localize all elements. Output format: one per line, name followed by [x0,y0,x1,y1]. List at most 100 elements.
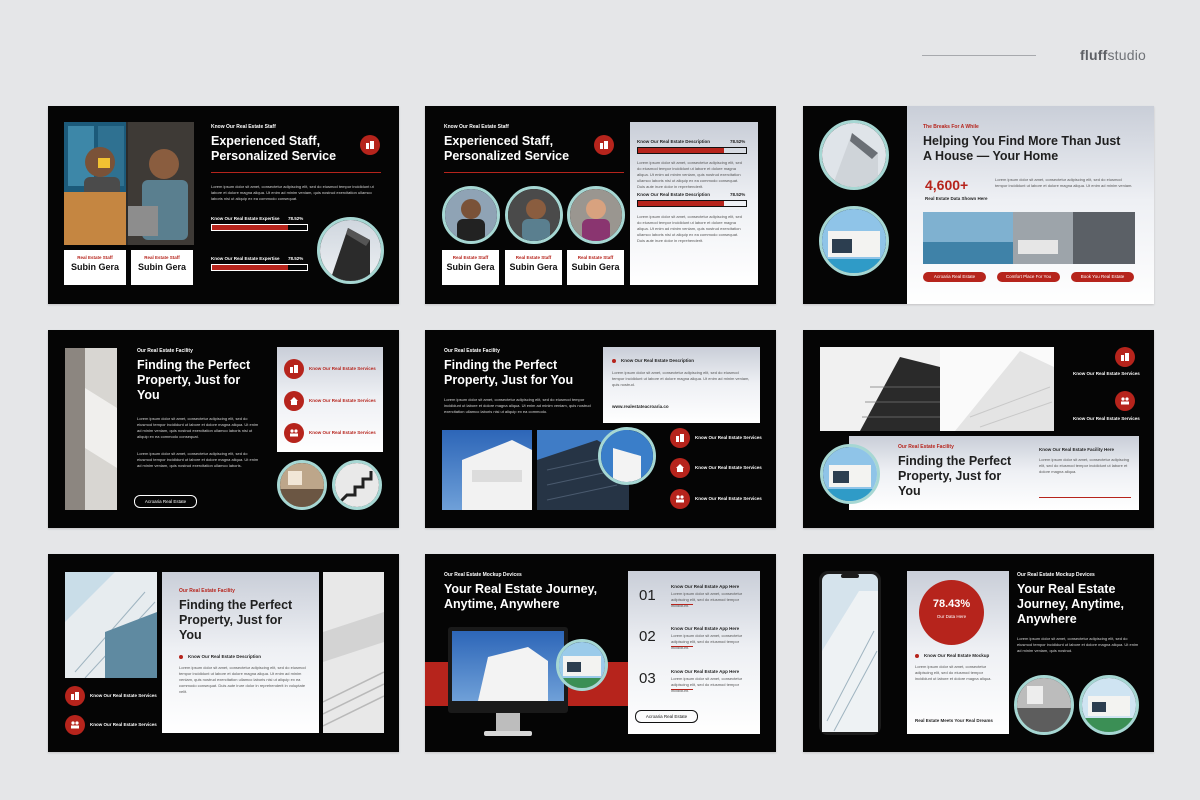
body-text: Lorem ipsum dolor sit amet, consectetur … [671,591,743,608]
slide-mockup-phone[interactable]: 78.43% Our Data Here Know Our Real Estat… [803,554,1154,752]
bar-label: Know Our Real Estate Description [637,139,711,144]
progress-bar [211,224,308,231]
bar-value: 78.52% [288,216,304,221]
slide-eyebrow: Know Our Real Estate Staff [444,124,509,130]
people-icon [65,715,85,735]
service-label: Know Our Real Estate Services [309,430,376,435]
panel-title: Know Our Real Estate Mockup [924,653,990,658]
progress-fill [638,148,725,153]
service-label: Know Our Real Estate Services [90,722,157,727]
staff-card: Real Estate Staff Subin Gera [567,250,624,285]
building-icon [65,686,85,706]
staff-card: Real Estate Staff Subin Gera [131,250,193,285]
staff-card: Real Estate Staff Subin Gera [442,250,499,285]
slide-eyebrow: Our Real Estate Mockup Devices [1017,572,1095,578]
body-text: Lorem ipsum dolor sit amet, consectetur … [137,416,259,439]
slide-title: Helping You Find More Than Just A House —… [923,134,1121,163]
body-text: Lorem ipsum dolor sit amet, consectetur … [637,160,742,189]
step-label: Know Our Real Estate App Here [671,626,740,631]
body-text: Lorem ipsum dolor sit amet, consectetur … [1017,636,1139,653]
stat-value: 4,600+ [925,177,969,193]
website-link[interactable]: www.realestateacroaria.co [612,404,669,409]
building-photo-circle [598,427,656,485]
step-label: Know Our Real Estate App Here [671,669,740,674]
stairs-photo-circle [332,460,382,510]
service-label: Know Our Real Estate Services [695,465,762,470]
service-label: Know Our Real Estate Services [695,435,762,440]
interior-photo-circle [1014,675,1074,735]
panel-title: Know Our Real Estate Description [621,358,695,363]
body-text: Lorem ipsum dolor sit amet, consectetur … [995,177,1133,188]
bar-value: 78.52% [730,192,746,197]
body-text: Lorem ipsum dolor sit amet, consectetur … [1039,457,1130,474]
slide-facility-wide[interactable]: Know Our Real Estate Services Know Our R… [803,330,1154,528]
house-photo-circle [1079,675,1139,735]
cta-button[interactable]: Acroaria Real Estate [635,710,698,723]
progress-bar [211,264,308,271]
house-icon [284,391,304,411]
panel-title: Know Our Real Estate Description [188,654,262,659]
staff-photo-circle [505,186,563,244]
slide-title: Your Real Estate Journey, Anytime, Anywher… [1017,582,1124,626]
phone-mockup [819,571,881,735]
divider [671,604,693,605]
staff-photo-circle [442,186,500,244]
bar-label: Know Our Real Estate Expertise [211,216,280,221]
service-label: Know Our Real Estate Services [695,496,762,501]
divider [444,172,624,173]
service-label: Know Our Real Estate Services [309,366,376,371]
staff-photo [64,122,194,245]
divider [1039,497,1131,498]
stat-circle [919,580,984,645]
building-icon [284,359,304,379]
building-icon [1115,347,1135,367]
body-text: Lorem ipsum dolor sit amet, consectetur … [137,451,259,468]
people-icon [284,423,304,443]
bar-label: Know Our Real Estate Expertise [211,256,280,261]
brand-logo: fluffstudio [1080,47,1146,63]
progress-bar [637,200,747,207]
slide-title: Experienced Staff, Personalized Service [444,134,570,163]
progress-fill [212,225,288,230]
body-text: Lorem ipsum dolor sit amet, consectetur … [637,214,742,243]
slide-staff-circles[interactable]: Know Our Real Estate Staff Experienced S… [425,106,776,304]
slide-eyebrow: The Breaks For A While [923,124,979,130]
body-text: Lorem ipsum dolor sit amet, consectetur … [179,665,306,694]
interior-photo [923,212,1135,264]
slide-facility-photos[interactable]: Our Real Estate Facility Finding the Per… [425,330,776,528]
building-icon [670,428,690,448]
slide-title: Finding the Perfect Property, Just for You [179,598,293,642]
stairs-photo [323,572,384,733]
slide-facility-list[interactable]: Our Real Estate Facility Finding the Per… [48,330,399,528]
slide-facility-description[interactable]: Our Real Estate Facility Finding the Per… [48,554,399,752]
panel-title: Know Our Real Estate Facility Here [1039,447,1115,452]
staff-card: Real Estate Staff Subin Gera [64,250,126,285]
progress-fill [212,265,288,270]
stat-label: Real Estate Data Shown Here [925,196,988,201]
progress-fill [638,201,725,206]
interior-photo-circle [277,460,327,510]
building-icon [594,135,614,155]
stat-label: Our Data Here [936,614,967,619]
staff-card: Real Estate Staff Subin Gera [505,250,562,285]
slide-eyebrow: Our Real Estate Facility [898,444,954,450]
house-icon [670,458,690,478]
cta-button[interactable]: Book You Real Estate [1071,272,1134,282]
cta-button[interactable]: Acroaria Real Estate [134,495,197,508]
people-icon [1115,391,1135,411]
service-label: Know Our Real Estate Services [90,693,157,698]
building-photo-circle [819,120,889,190]
service-label: Know Our Real Estate Services [1073,416,1140,421]
building-photo-circle [317,217,384,284]
cta-button[interactable]: Comfort Place For You [997,272,1060,282]
step-label: Know Our Real Estate App Here [671,584,740,589]
slide-title: Finding the Perfect Property, Just for You [898,454,1012,498]
cta-button[interactable]: Acroaria Real Estate [923,272,986,282]
step-number: 03 [639,670,656,687]
building-photo [65,572,157,678]
divider [671,689,693,690]
slide-staff-bars[interactable]: Real Estate Staff Subin Gera Real Estate… [48,106,399,304]
slide-home[interactable]: The Breaks For A While Helping You Find … [803,106,1154,304]
house-photo-circle [556,639,608,691]
slide-mockup-desktop[interactable]: Our Real Estate Mockup Devices Your Real… [425,554,776,752]
